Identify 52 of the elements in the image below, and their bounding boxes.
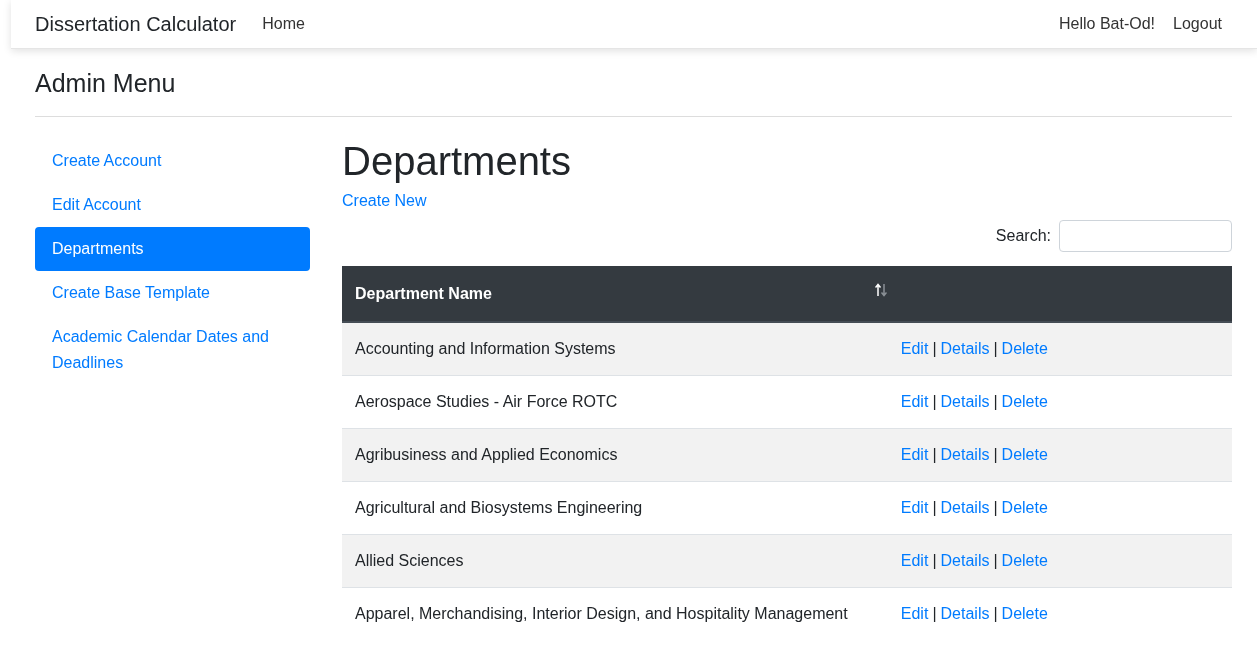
separator-text: |	[932, 605, 937, 622]
action-link[interactable]: Delete	[1001, 605, 1048, 622]
action-link[interactable]: Delete	[1001, 446, 1048, 463]
action-link[interactable]: Delete	[1001, 552, 1048, 569]
table-cell: Apparel, Merchandising, Interior Design, and Hospitality Management	[342, 587, 894, 640]
action-link[interactable]: Edit	[900, 605, 929, 622]
table-cell: Aerospace Studies - Air Force ROTC	[342, 375, 894, 429]
table-cell: Accounting and Information Systems	[342, 322, 894, 376]
action-link[interactable]: Details	[940, 605, 990, 622]
sidebar-item[interactable]: Departments	[35, 227, 310, 271]
action-link[interactable]: Delete	[1001, 340, 1048, 357]
action-link[interactable]: Edit	[900, 552, 929, 569]
logout-link[interactable]: Logout	[1173, 15, 1222, 33]
section-title: Admin Menu	[35, 69, 1232, 117]
separator-text: |	[993, 393, 998, 410]
sidebar-item[interactable]: Create Account	[35, 139, 310, 183]
separator-text: |	[993, 552, 998, 569]
action-link[interactable]: Edit	[900, 446, 929, 463]
sidebar-item[interactable]: Create Base Template	[35, 271, 310, 315]
create-new-link[interactable]: Create New	[342, 192, 427, 209]
action-link[interactable]: Edit	[900, 393, 929, 410]
action-link[interactable]: Details	[940, 499, 990, 516]
brand-link[interactable]: Dissertation Calculator	[35, 12, 237, 36]
table-cell: Agribusiness and Applied Economics	[342, 428, 894, 482]
column-header[interactable]: Department Name	[342, 266, 894, 322]
nav-link[interactable]: Home	[262, 15, 305, 33]
sidebar-item[interactable]: Academic Calendar Dates and Deadlines	[35, 315, 310, 385]
separator-text: |	[993, 446, 998, 463]
action-link[interactable]: Edit	[900, 340, 929, 357]
sort-icon[interactable]	[874, 282, 887, 297]
action-link[interactable]: Details	[940, 340, 990, 357]
separator-text: |	[993, 605, 998, 622]
separator-text: |	[932, 552, 937, 569]
search-label: Search:	[995, 227, 1051, 245]
action-link[interactable]: Delete	[1001, 393, 1048, 410]
action-link[interactable]: Delete	[1001, 499, 1048, 516]
table-cell: Allied Sciences	[342, 534, 894, 588]
separator-text: |	[993, 340, 998, 357]
separator-text: |	[932, 499, 937, 516]
search-field[interactable]	[1059, 220, 1232, 252]
table-cell: Agricultural and Biosystems Engineering	[342, 481, 894, 535]
separator-text: |	[932, 340, 937, 357]
greeting-text: Hello Bat-Od!	[1059, 15, 1156, 33]
action-link[interactable]: Details	[940, 393, 990, 410]
separator-text: |	[932, 446, 937, 463]
action-link[interactable]: Details	[940, 446, 990, 463]
separator-text: |	[932, 393, 937, 410]
action-link[interactable]: Details	[940, 552, 990, 569]
sidebar-item[interactable]: Edit Account	[35, 183, 310, 227]
action-link[interactable]: Edit	[900, 499, 929, 516]
separator-text: |	[993, 499, 998, 516]
page-title: Departments	[342, 139, 572, 184]
